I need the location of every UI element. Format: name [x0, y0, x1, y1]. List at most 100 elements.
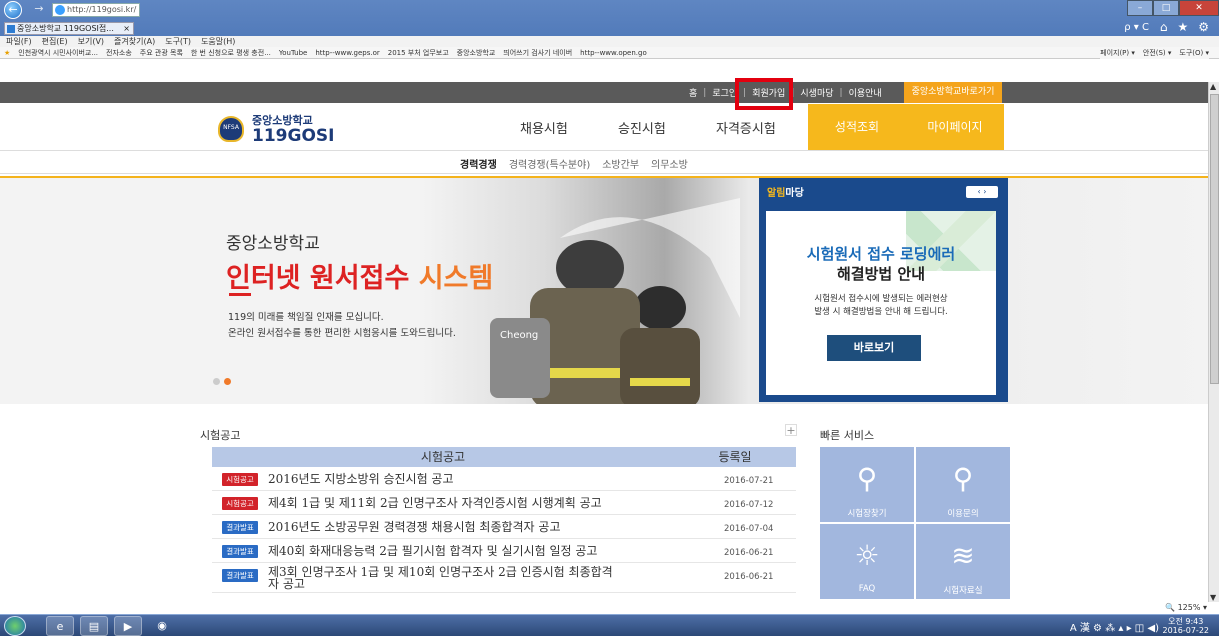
row-title-line2: 자 공고: [268, 577, 305, 591]
explorer-taskbar-icon[interactable]: ▤: [80, 616, 108, 636]
quick-faq[interactable]: ☼ FAQ: [820, 524, 914, 599]
menu-edit[interactable]: 편집(E): [42, 36, 68, 47]
fav-link[interactable]: http--www.open.go: [580, 47, 647, 58]
ie-taskbar-icon[interactable]: e: [46, 616, 74, 636]
status-badge: 시험공고: [222, 497, 258, 510]
minimize-button[interactable]: –: [1127, 0, 1153, 16]
back-icon[interactable]: ←: [4, 1, 22, 19]
row-title[interactable]: 제3회 인명구조사 1급 및 제10회 인명구조사 2급 인증시험 최종합격 자 …: [268, 566, 613, 590]
quick-exam-location[interactable]: ⚲ 시험장찾기: [820, 447, 914, 522]
table-row[interactable]: 결과발표 2016년도 소방공무원 경력경쟁 채용시험 최종합격자 공고 201…: [212, 515, 796, 539]
fav-link[interactable]: 한 번 신청으로 평생 충전...: [191, 47, 271, 58]
clock[interactable]: 오전 9:43 2016-07-22: [1163, 617, 1210, 635]
scroll-up-icon[interactable]: ▲: [1210, 82, 1216, 91]
hero-description: 119의 미래를 책임질 인재를 모십니다. 온라인 원서접수를 통한 편리한 …: [228, 310, 456, 342]
favorites-bar: ★ 인천광역시 시민사이버교... 전자소송 주요 관광 목록 한 번 신청으로…: [0, 47, 1219, 59]
row-date: 2016-07-12: [724, 500, 774, 510]
address-bar[interactable]: http://119gosi.kr/: [52, 3, 140, 17]
quick-materials[interactable]: ≋ 시험자료실: [916, 524, 1010, 599]
tab-close-icon[interactable]: ×: [123, 23, 130, 34]
clock-date: 2016-07-22: [1162, 626, 1210, 635]
notice-description: 시험원서 접수시에 발생되는 에러현상 발생 시 해결방법을 안내 해 드립니다…: [766, 293, 996, 319]
menu-tools[interactable]: 도구(T): [165, 36, 191, 47]
browser-tab[interactable]: 중앙소방학교 119GOSI접... ×: [4, 22, 134, 35]
fav-link[interactable]: 2015 부처 업무보고: [388, 47, 449, 58]
quick-inquiry[interactable]: ⚲ 이용문의: [916, 447, 1010, 522]
row-title[interactable]: 제40회 화재대응능력 2급 필기시험 합격자 및 실기시험 일정 공고: [268, 539, 597, 563]
media-taskbar-icon[interactable]: ▶: [114, 616, 142, 636]
safety-menu[interactable]: 안전(S) ▾: [1143, 47, 1172, 59]
carousel-dot[interactable]: [213, 378, 220, 385]
menu-view[interactable]: 보기(V): [78, 36, 104, 47]
nav-certification[interactable]: 자격증시험: [716, 104, 792, 150]
home-link[interactable]: 홈: [683, 86, 703, 99]
table-row[interactable]: 시험공고 2016년도 지방소방위 승진시험 공고 2016-07-21: [212, 467, 796, 491]
hero-accent-bar: [229, 293, 251, 296]
row-title[interactable]: 2016년도 지방소방위 승진시험 공고: [268, 467, 454, 491]
fav-link[interactable]: 주요 관광 목록: [140, 47, 183, 58]
subnav-conscript[interactable]: 의무소방: [651, 156, 688, 171]
site-logo[interactable]: NFSA 중앙소방학교 119GOSI: [218, 112, 334, 145]
command-bar: 페이지(P) ▾ 안전(S) ▾ 도구(O) ▾: [1100, 47, 1209, 59]
more-plus-icon[interactable]: +: [785, 424, 797, 437]
hero-subtitle: 중앙소방학교: [226, 234, 320, 254]
view-button[interactable]: 바로보기: [827, 335, 921, 361]
notice-arrows-icon[interactable]: ‹ ›: [966, 186, 998, 198]
fav-link[interactable]: 인천광역시 시민사이버교...: [18, 47, 98, 58]
col-title: 시험공고: [420, 450, 466, 464]
window-controls: – □ ✕: [1127, 0, 1219, 16]
maximize-button[interactable]: □: [1153, 0, 1179, 16]
notice-title1: 시험원서 접수 로딩에러: [806, 245, 956, 263]
svg-text:Cheong: Cheong: [500, 330, 538, 341]
start-button[interactable]: [4, 616, 26, 636]
scroll-down-icon[interactable]: ▼: [1210, 593, 1216, 602]
menu-file[interactable]: 파일(F): [6, 36, 32, 47]
carousel-dot-active[interactable]: [224, 378, 231, 385]
zoom-level[interactable]: 🔍 125% ▾: [1165, 603, 1207, 612]
zoom-value: 125%: [1177, 603, 1201, 612]
menu-favorites[interactable]: 즐겨찾기(A): [114, 36, 155, 47]
nav-mypage[interactable]: 마이페이지: [906, 104, 1004, 150]
status-badge: 결과발표: [222, 521, 258, 534]
fav-link[interactable]: 중앙소방학교: [457, 47, 496, 58]
emblem-icon: NFSA: [218, 115, 244, 142]
subnav-career-special[interactable]: 경력경쟁(특수분야): [509, 156, 590, 171]
logo-line2: 119GOSI: [252, 126, 335, 146]
fav-link[interactable]: YouTube: [279, 47, 307, 58]
subnav-career[interactable]: 경력경쟁: [460, 156, 497, 171]
fav-link[interactable]: 띄어쓰기 검사기 네이버: [503, 47, 572, 58]
nav-recruitment[interactable]: 채용시험: [520, 104, 580, 150]
row-title[interactable]: 2016년도 소방공무원 경력경쟁 채용시험 최종합격자 공고: [268, 515, 561, 539]
tab-favicon-icon: [7, 25, 15, 33]
taskbar: e ▤ ▶ ◉ A 漢 ⚙ ⁂ ▴ ▸ ◫ ◀) 오전 9:43 2016-07…: [0, 614, 1219, 636]
menu-help[interactable]: 도움말(H): [201, 36, 235, 47]
row-title[interactable]: 제4회 1급 및 제11회 2급 인명구조사 자격인증시험 시행계획 공고: [268, 491, 602, 515]
system-tray[interactable]: A 漢 ⚙ ⁂ ▴ ▸ ◫ ◀): [1070, 619, 1159, 634]
nav-promotion[interactable]: 승진시험: [618, 104, 678, 150]
forward-icon[interactable]: →: [30, 1, 48, 19]
table-row[interactable]: 결과발표 제3회 인명구조사 1급 및 제10회 인명구조사 2급 인증시험 최…: [212, 563, 796, 593]
subnav-officer[interactable]: 소방간부: [602, 156, 639, 171]
fav-link[interactable]: 전자소송: [106, 47, 132, 58]
fav-link[interactable]: http--www.geps.or: [315, 47, 379, 58]
row-date: 2016-06-21: [724, 548, 774, 558]
table-row[interactable]: 시험공고 제4회 1급 및 제11회 2급 인명구조사 자격인증시험 시행계획 …: [212, 491, 796, 515]
table-row[interactable]: 결과발표 제40회 화재대응능력 2급 필기시험 합격자 및 실기시험 일정 공…: [212, 539, 796, 563]
page-menu[interactable]: 페이지(P) ▾: [1100, 47, 1135, 59]
close-window-button[interactable]: ✕: [1179, 0, 1219, 16]
app-taskbar-icon[interactable]: ◉: [148, 616, 176, 636]
board-header: 시험공고 등록일: [212, 447, 796, 467]
scroll-thumb[interactable]: [1210, 94, 1219, 384]
clock-time: 오전 9:43: [1168, 617, 1204, 626]
guide-link[interactable]: 이용안내: [843, 86, 888, 99]
community-link[interactable]: 시생마당: [794, 86, 839, 99]
favorites-star-icon[interactable]: ★: [4, 47, 10, 58]
tab-title: 중앙소방학교 119GOSI접...: [17, 24, 114, 33]
tab-bar: 중앙소방학교 119GOSI접... ×: [0, 20, 1219, 35]
vertical-scrollbar[interactable]: ▲ ▼: [1208, 82, 1219, 602]
tools-menu[interactable]: 도구(O) ▾: [1179, 47, 1209, 59]
nav-score-lookup[interactable]: 성적조회: [808, 104, 906, 150]
quick-label: 시험자료실: [943, 586, 983, 596]
notice-panel: 알림마당 ‹ › 시험원서 접수 로딩에러 해결방법 안내 시험원서 접수시에 …: [759, 178, 1008, 402]
nfsa-shortcut-link[interactable]: 중앙소방학교바로가기: [904, 82, 1002, 103]
